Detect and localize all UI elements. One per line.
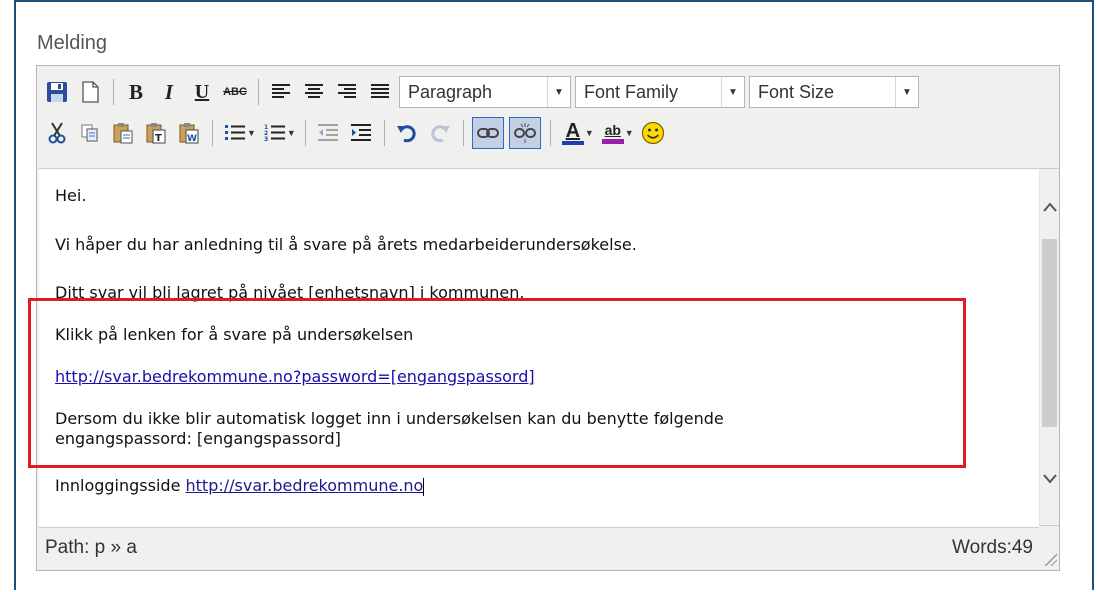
redo-icon[interactable]: [426, 119, 454, 147]
toolbar-separator: [383, 120, 385, 146]
unlink-icon[interactable]: [508, 117, 541, 149]
font-family-select[interactable]: Font Family ▼: [575, 76, 745, 108]
copy-icon[interactable]: [76, 119, 104, 147]
chevron-up-icon[interactable]: [1040, 197, 1059, 217]
text-color-swatch: [561, 140, 584, 145]
block-format-select[interactable]: Paragraph ▼: [399, 76, 571, 108]
align-left-icon[interactable]: [267, 78, 295, 106]
login-page-label: Innloggingsside: [55, 476, 186, 495]
font-size-select[interactable]: Font Size ▼: [749, 76, 919, 108]
text-color-button[interactable]: A: [559, 119, 587, 147]
strikethrough-button[interactable]: ABC: [221, 78, 249, 106]
paragraph-intro: Vi håper du har anledning til å svare på…: [55, 235, 637, 254]
toolbar-separator: [212, 120, 213, 146]
font-size-value: Font Size: [758, 81, 835, 102]
align-center-icon[interactable]: [300, 78, 328, 106]
text-color-icon: A: [565, 119, 581, 142]
italic-button[interactable]: I: [155, 78, 183, 106]
link-icon[interactable]: [471, 117, 504, 149]
highlight-color-button[interactable]: ab: [599, 119, 627, 147]
paste-text-icon[interactable]: T: [142, 119, 170, 147]
chevron-down-icon[interactable]: ▼: [585, 128, 594, 138]
chevron-down-icon: ▼: [895, 77, 918, 107]
bullet-list-icon[interactable]: [221, 119, 249, 147]
element-path: Path: p » a: [45, 537, 137, 558]
chevron-down-icon: ▼: [721, 77, 744, 107]
font-family-value: Font Family: [584, 81, 679, 102]
toolbar-separator: [113, 79, 114, 105]
undo-icon[interactable]: [393, 119, 421, 147]
svg-text:T: T: [155, 133, 162, 144]
emoticon-icon[interactable]: [639, 119, 667, 147]
underline-button[interactable]: U: [188, 78, 216, 106]
paragraph-greeting: Hei.: [55, 186, 87, 205]
cut-icon[interactable]: [43, 119, 71, 147]
resize-handle-icon[interactable]: [1043, 552, 1057, 566]
svg-text:W: W: [187, 134, 197, 144]
scrollbar-thumb[interactable]: [1042, 239, 1057, 427]
toolbar-row-1: B I U ABC Paragraph ▼ Font Family ▼ Font…: [43, 72, 923, 112]
new-document-icon[interactable]: [76, 78, 104, 106]
save-icon[interactable]: [43, 78, 71, 106]
highlight-color-swatch: [601, 139, 624, 144]
highlight-box: [28, 298, 966, 468]
editor-statusbar: Path: p » a Words:49: [39, 528, 1059, 568]
chevron-down-icon[interactable]: ▼: [247, 128, 256, 138]
toolbar-separator: [462, 120, 464, 146]
chevron-down-icon[interactable]: [1040, 469, 1059, 489]
align-right-icon[interactable]: [333, 78, 361, 106]
paste-icon[interactable]: [109, 119, 137, 147]
align-justify-icon[interactable]: [366, 78, 394, 106]
chevron-down-icon: ▼: [547, 77, 570, 107]
highlight-color-icon: ab: [604, 122, 621, 138]
toolbar-separator: [304, 120, 306, 146]
outdent-icon[interactable]: [314, 119, 342, 147]
toolbar-row-2: T W ▼ 123 ▼ A ▼ ab ▼: [43, 113, 672, 153]
chevron-down-icon[interactable]: ▼: [287, 128, 296, 138]
word-count: Words:49: [952, 537, 1033, 558]
paste-word-icon[interactable]: W: [175, 119, 203, 147]
login-page-link[interactable]: http://svar.bedrekommune.no: [186, 476, 424, 495]
content-scrollbar[interactable]: [1039, 168, 1059, 526]
toolbar-separator: [549, 120, 551, 146]
numbered-list-icon[interactable]: 123: [261, 119, 289, 147]
paragraph-login-page: Innloggingsside http://svar.bedrekommune…: [55, 476, 425, 496]
block-format-value: Paragraph: [408, 81, 493, 102]
toolbar-separator: [258, 79, 259, 105]
text-caret: [423, 477, 425, 496]
field-label: Melding: [37, 32, 108, 54]
svg-text:3: 3: [264, 136, 268, 143]
indent-icon[interactable]: [347, 119, 375, 147]
chevron-down-icon[interactable]: ▼: [625, 128, 634, 138]
bold-button[interactable]: B: [122, 78, 150, 106]
